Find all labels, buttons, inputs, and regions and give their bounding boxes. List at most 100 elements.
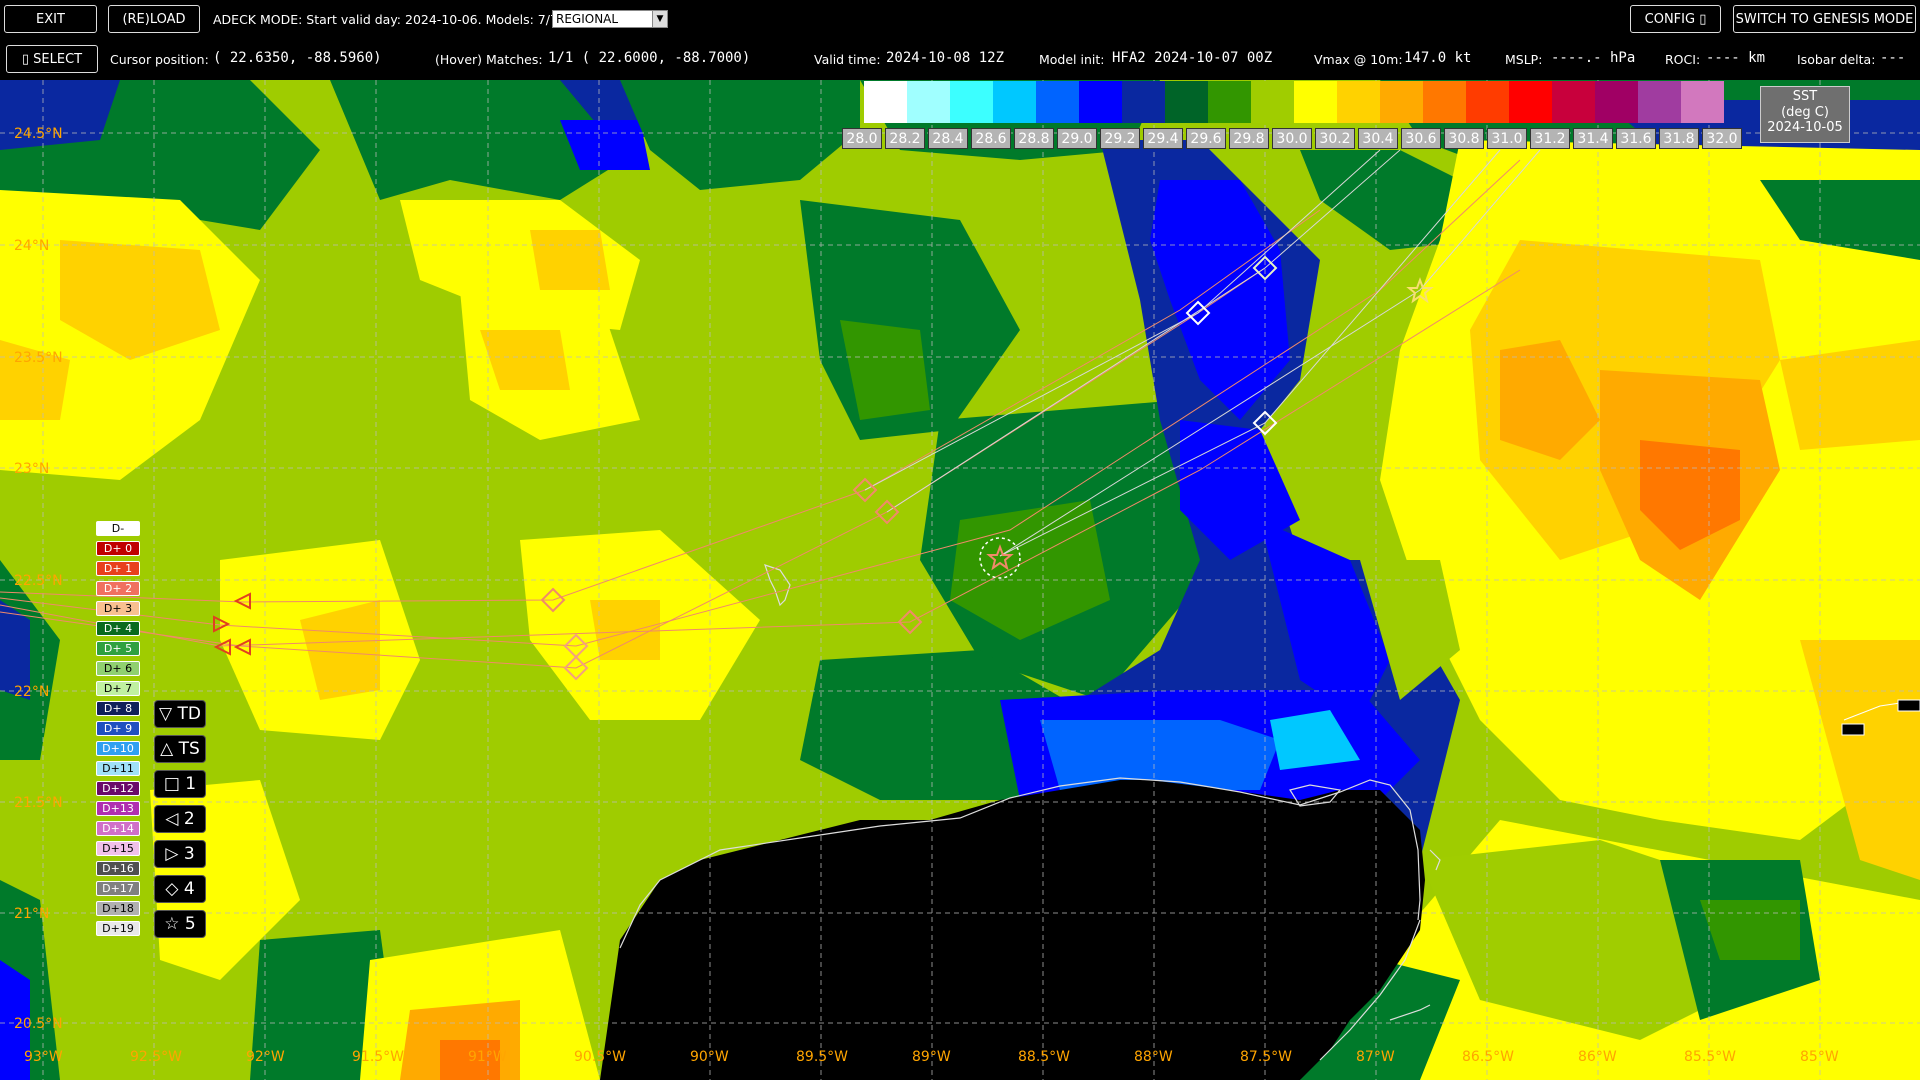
colorbar-swatch	[864, 81, 907, 123]
roci-value: ---- km	[1706, 50, 1766, 66]
lat-label: 22.5°N	[14, 573, 63, 589]
colorbar-label: 31.6	[1616, 128, 1656, 149]
lat-label: 23°N	[14, 461, 50, 477]
colorbar-label: 29.6	[1186, 128, 1226, 149]
model-init-label: Model init:	[1039, 52, 1105, 67]
valid-time-value: 2024-10-08 12Z	[886, 50, 1005, 66]
day-legend-item: D+13	[96, 801, 140, 816]
colorbar-swatch	[1122, 81, 1165, 123]
colorbar-label: 30.0	[1272, 128, 1312, 149]
lon-label: 87°W	[1356, 1049, 1395, 1065]
colorbar-label: 30.4	[1358, 128, 1398, 149]
isobar-value: ---	[1880, 50, 1906, 66]
colorbar-swatch	[950, 81, 993, 123]
track-end-marker	[1897, 699, 1920, 712]
colorbar-swatch	[1079, 81, 1122, 123]
config-button[interactable]: CONFIG ▯	[1630, 5, 1721, 33]
colorbar-label: 30.6	[1401, 128, 1441, 149]
day-legend-item: D+19	[96, 921, 140, 936]
day-legend-item: D+12	[96, 781, 140, 796]
lon-label: 85°W	[1800, 1049, 1839, 1065]
sst-date: 2024-10-05	[1767, 120, 1843, 135]
colorbar-label: 28.6	[971, 128, 1011, 149]
colorbar-label: 28.4	[928, 128, 968, 149]
colorbar-label: 28.2	[885, 128, 925, 149]
colorbar-label: 31.2	[1530, 128, 1570, 149]
colorbar-label: 31.0	[1487, 128, 1527, 149]
lon-label: 92.5°W	[130, 1049, 183, 1065]
lon-label: 86°W	[1578, 1049, 1617, 1065]
colorbar-label: 30.2	[1315, 128, 1355, 149]
hover-value: 1/1 ( 22.6000, -88.7000)	[548, 50, 751, 66]
lon-label: 88°W	[1134, 1049, 1173, 1065]
hover-label: (Hover) Matches:	[435, 52, 543, 67]
isobar-label: Isobar delta:	[1797, 52, 1876, 67]
lat-label: 20.5°N	[14, 1016, 63, 1032]
lon-label: 86.5°W	[1462, 1049, 1515, 1065]
colorbar-swatch	[1509, 81, 1552, 123]
legend-cat3: ▷ 3	[154, 840, 206, 868]
colorbar-swatch	[1552, 81, 1595, 123]
colorbar-swatch	[907, 81, 950, 123]
colorbar-swatch	[1681, 81, 1724, 123]
reload-button[interactable]: (RE)LOAD	[108, 5, 200, 33]
sst-map[interactable]	[0, 80, 1920, 1080]
vmax-label: Vmax @ 10m:	[1314, 52, 1403, 67]
colorbar-swatch	[1251, 81, 1294, 123]
valid-time-label: Valid time:	[814, 52, 881, 67]
day-legend-item: D+10	[96, 741, 140, 756]
mslp-value: ----.- hPa	[1551, 50, 1636, 66]
colorbar-label: 31.4	[1573, 128, 1613, 149]
colorbar-swatch	[1294, 81, 1337, 123]
colorbar-swatch	[1466, 81, 1509, 123]
lon-label: 90°W	[690, 1049, 729, 1065]
colorbar-label: 30.8	[1444, 128, 1484, 149]
vmax-value: 147.0 kt	[1404, 50, 1472, 66]
sst-title: SST	[1792, 89, 1818, 104]
colorbar-swatch	[1595, 81, 1638, 123]
day-legend-item: D+ 2	[96, 581, 140, 596]
genesis-mode-button[interactable]: SWITCH TO GENESIS MODE	[1733, 5, 1916, 33]
day-legend-item: D+ 7	[96, 681, 140, 696]
colorbar-label: 31.8	[1659, 128, 1699, 149]
lon-label: 87.5°W	[1240, 1049, 1293, 1065]
lon-label: 88.5°W	[1018, 1049, 1071, 1065]
day-legend-item: D+ 1	[96, 561, 140, 576]
colorbar-swatch	[1036, 81, 1079, 123]
colorbar-label: 29.8	[1229, 128, 1269, 149]
day-legend-item: D+15	[96, 841, 140, 856]
colorbar-label: 28.0	[842, 128, 882, 149]
mode-status: ADECK MODE: Start valid day: 2024-10-06.…	[213, 12, 566, 27]
map-mode-select[interactable]: REGIONAL ▼	[552, 10, 668, 28]
lon-label: 85.5°W	[1684, 1049, 1737, 1065]
select-button[interactable]: ▯ SELECT	[6, 45, 98, 73]
colorbar-swatch	[1380, 81, 1423, 123]
legend-ts: △ TS	[154, 735, 206, 763]
lon-label: 89°W	[912, 1049, 951, 1065]
cursor-value: ( 22.6350, -88.5960)	[213, 50, 382, 66]
lon-label: 92°W	[246, 1049, 285, 1065]
sst-units: (deg C)	[1781, 104, 1829, 120]
lon-label: 91°W	[468, 1049, 507, 1065]
exit-button[interactable]: EXIT	[4, 5, 97, 33]
sst-legend-title: SST (deg C) 2024-10-05	[1760, 86, 1850, 143]
day-legend-item: D+11	[96, 761, 140, 776]
colorbar-swatch	[1208, 81, 1251, 123]
day-legend-item: D+ 5	[96, 641, 140, 656]
colorbar-label: 29.0	[1057, 128, 1097, 149]
lon-label: 90.5°W	[574, 1049, 627, 1065]
day-legend-item: D+17	[96, 881, 140, 896]
legend-cat2: ◁ 2	[154, 805, 206, 833]
track-end-marker	[1841, 723, 1865, 736]
lat-label: 22°N	[14, 684, 50, 700]
day-legend-item: D+ 8	[96, 701, 140, 716]
colorbar-swatch	[1165, 81, 1208, 123]
map-mode-value: REGIONAL	[556, 12, 619, 26]
lat-label: 24.5°N	[14, 126, 63, 142]
chevron-down-icon[interactable]: ▼	[652, 11, 667, 27]
colorbar-label: 29.2	[1100, 128, 1140, 149]
colorbar-swatch	[993, 81, 1036, 123]
lat-label: 24°N	[14, 238, 50, 254]
day-legend-item: D+ 0	[96, 541, 140, 556]
colorbar-swatch	[1638, 81, 1681, 123]
